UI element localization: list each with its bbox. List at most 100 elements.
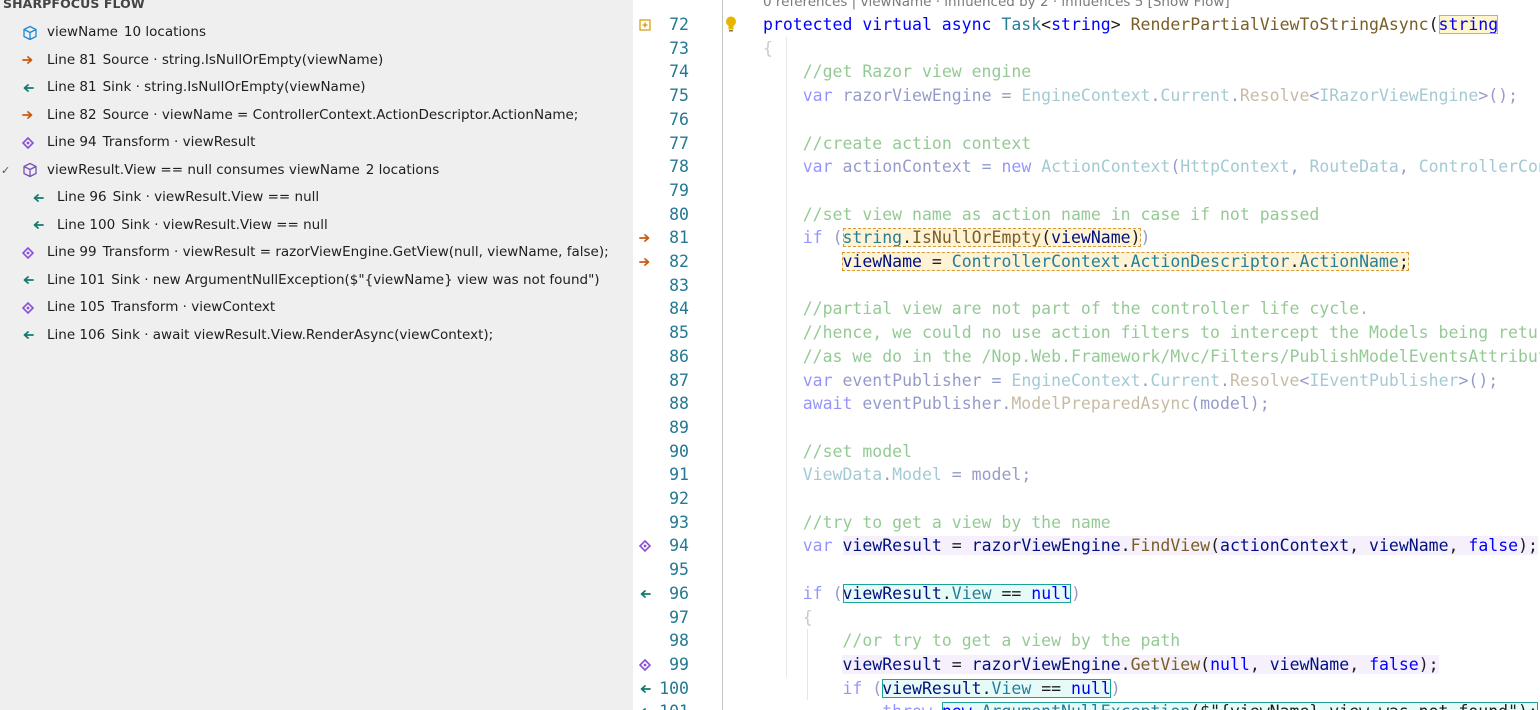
flow-location-row[interactable]: Line 81 Sink · string.IsNullOrEmpty(viewN… xyxy=(0,74,633,101)
code-token: string xyxy=(1051,15,1111,34)
line-number: 83 xyxy=(669,275,689,295)
code-line[interactable]: 74 //get Razor view engine xyxy=(633,60,1540,84)
code-token: < xyxy=(1299,370,1310,390)
location-count: 10 locations xyxy=(123,24,206,40)
flow-location-row[interactable]: Line 82 Source · viewName = ControllerCon… xyxy=(0,102,633,129)
flow-symbol-row[interactable]: ✓ viewResult.View == null consumes viewNa… xyxy=(0,157,633,184)
code-token: HttpContext xyxy=(1180,157,1290,177)
arrow-left-icon xyxy=(637,582,653,606)
code-token: < xyxy=(1041,15,1052,34)
code-line[interactable]: 83 xyxy=(633,274,1540,298)
code-line[interactable]: 92 xyxy=(633,487,1540,511)
code-token: , xyxy=(1349,654,1370,674)
flow-row-label: Line 81 Source · string.IsNullOrEmpty(vie… xyxy=(47,47,383,74)
code-line[interactable]: 96 if (viewResult.View == null) xyxy=(633,582,1540,606)
flow-symbol-row[interactable]: viewName 10 locations xyxy=(0,19,633,46)
flow-row-label: Line 99 Transform · viewResult = razorVie… xyxy=(47,239,609,266)
code-token: //partial view are not part of the contr… xyxy=(802,299,1369,319)
code-line[interactable]: 77 //create action context xyxy=(633,132,1540,156)
code-line[interactable]: 80 //set view name as action name in cas… xyxy=(633,203,1540,227)
code-token: . xyxy=(882,465,893,485)
fold-plus-icon[interactable] xyxy=(637,13,653,37)
code-token: Model xyxy=(892,465,942,485)
line-number: 75 xyxy=(669,86,689,106)
code-line[interactable]: 81 if (string.IsNullOrEmpty(viewName)) xyxy=(633,226,1540,250)
code-token: . xyxy=(981,678,992,698)
code-token: string xyxy=(1438,15,1499,34)
flow-location-row[interactable]: Line 99 Transform · viewResult = razorVie… xyxy=(0,239,633,266)
codelens-info[interactable]: 0 references | viewName · influenced by … xyxy=(763,0,1230,11)
flow-location-row[interactable]: Line 101 Sink · new ArgumentNullException… xyxy=(0,267,633,294)
code-line[interactable]: 75 var razorViewEngine = EngineContext.C… xyxy=(633,84,1540,108)
code-token: ( xyxy=(832,583,843,603)
code-line[interactable]: 99 viewResult = razorViewEngine.GetView(… xyxy=(633,653,1540,677)
line-ref: Line 100 xyxy=(57,216,116,233)
location-detail: Sink · string.IsNullOrEmpty(viewName) xyxy=(102,79,366,95)
code-line[interactable]: 97 { xyxy=(633,606,1540,630)
code-editor[interactable]: 0 references | viewName · influenced by … xyxy=(633,0,1540,710)
code-token: >(); xyxy=(1478,86,1519,106)
flow-location-row[interactable]: Line 105 Transform · viewContext xyxy=(0,294,633,321)
code-text: { xyxy=(763,606,813,630)
code-line[interactable]: 82 viewName = ControllerContext.ActionDe… xyxy=(633,250,1540,274)
flow-location-row[interactable]: Line 94 Transform · viewResult xyxy=(0,129,633,156)
code-line[interactable]: 78 var actionContext = new ActionContext… xyxy=(633,155,1540,179)
code-token: eventPublisher = xyxy=(842,370,1012,390)
code-token: . xyxy=(1120,252,1131,271)
arrow-right-icon xyxy=(19,102,37,129)
code-line[interactable]: 85 //hence, we could no use action filte… xyxy=(633,321,1540,345)
code-token: ) xyxy=(1071,583,1081,603)
flow-location-row[interactable]: Line 96 Sink · viewResult.View == null xyxy=(0,184,633,211)
code-line[interactable]: 73 { xyxy=(633,37,1540,61)
code-line[interactable]: 72 protected virtual async Task<string> R… xyxy=(633,13,1540,37)
line-number: 72 xyxy=(669,15,689,34)
code-line[interactable]: 91 ViewData.Model = model; xyxy=(633,463,1540,487)
code-token: //get Razor view engine xyxy=(802,62,1032,82)
code-line[interactable]: 100 if (viewResult.View == null) xyxy=(633,677,1540,701)
flow-row-label: Line 105 Transform · viewContext xyxy=(47,294,275,321)
code-token: RenderPartialViewToStringAsync xyxy=(1130,15,1429,34)
code-line[interactable]: 101 throw new ArgumentNullException($"{v… xyxy=(633,700,1540,710)
line-number: 101 xyxy=(657,700,689,710)
code-token: ( xyxy=(1428,15,1439,34)
code-line[interactable]: 88 await eventPublisher.ModelPreparedAsy… xyxy=(633,392,1540,416)
location-detail: Transform · viewResult = razorViewEngine… xyxy=(102,244,609,260)
code-line[interactable]: 95 xyxy=(633,558,1540,582)
code-line[interactable]: 76 xyxy=(633,108,1540,132)
code-token: new xyxy=(942,702,982,710)
code-line[interactable]: 89 xyxy=(633,416,1540,440)
code-line[interactable]: 98 //or try to get a view by the path xyxy=(633,629,1540,653)
code-text: { xyxy=(763,37,773,61)
code-token: = xyxy=(941,654,972,674)
code-token: await xyxy=(802,394,863,414)
code-text: if (viewResult.View == null) xyxy=(763,582,1081,606)
line-number: 79 xyxy=(669,180,689,200)
location-count: 2 locations xyxy=(365,161,440,178)
flow-location-row[interactable]: Line 81 Source · string.IsNullOrEmpty(vie… xyxy=(0,47,633,74)
code-line[interactable]: 87 var eventPublisher = EngineContext.Cu… xyxy=(633,369,1540,393)
code-text: var eventPublisher = EngineContext.Curre… xyxy=(763,369,1498,393)
check-icon: ✓ xyxy=(1,163,11,177)
code-line[interactable]: 84 //partial view are not part of the co… xyxy=(633,297,1540,321)
code-line[interactable]: 86 //as we do in the /Nop.Web.Framework/… xyxy=(633,345,1540,369)
line-number: 93 xyxy=(669,512,689,532)
code-token: if xyxy=(842,678,873,698)
code-token: IEventPublisher xyxy=(1309,370,1459,390)
code-token: if xyxy=(802,228,833,248)
line-number: 86 xyxy=(669,346,689,366)
code-text: //as we do in the /Nop.Web.Framework/Mvc… xyxy=(763,345,1540,369)
line-number: 89 xyxy=(669,417,689,437)
code-line[interactable]: 93 //try to get a view by the name xyxy=(633,511,1540,535)
flow-location-row[interactable]: Line 100 Sink · viewResult.View == null xyxy=(0,212,633,239)
code-line[interactable]: 90 //set model xyxy=(633,440,1540,464)
code-line[interactable]: 94 var viewResult = razorViewEngine.Find… xyxy=(633,534,1540,558)
code-line[interactable]: 79 xyxy=(633,179,1540,203)
flow-location-row[interactable]: Line 106 Sink · await viewResult.View.Ren… xyxy=(0,322,633,349)
code-token: null xyxy=(1071,678,1111,698)
code-token: ) xyxy=(1130,228,1141,248)
line-number: 94 xyxy=(669,536,689,556)
